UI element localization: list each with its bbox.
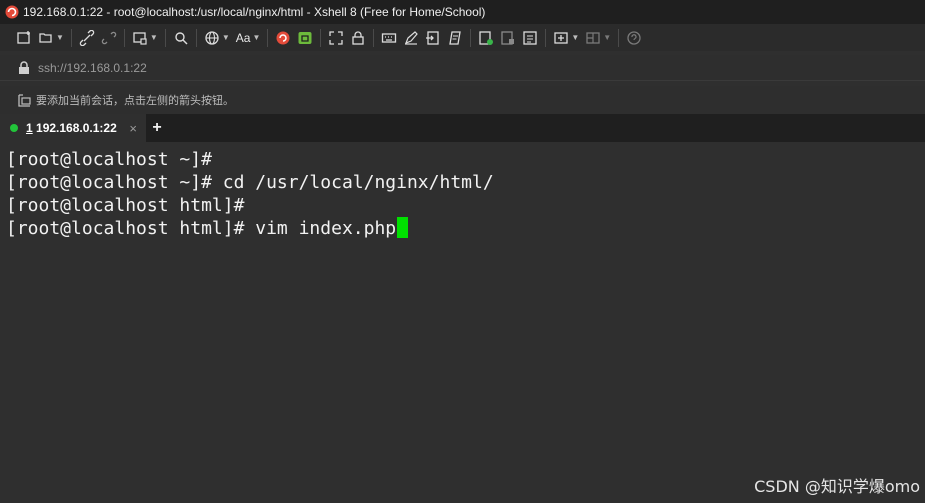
fullscreen-icon <box>329 30 344 45</box>
toolbar-divider <box>320 28 322 47</box>
properties-button[interactable]: ▼ <box>129 27 161 49</box>
terminal-line: [root@localhost html]# vim index.php <box>6 217 925 240</box>
xshell-logo-icon <box>5 5 19 19</box>
encoding-button[interactable]: ▼ <box>201 27 233 49</box>
connection-status-icon <box>10 124 18 132</box>
log-icon <box>479 30 494 45</box>
terminal-output[interactable]: [root@localhost ~]# [root@localhost ~]# … <box>0 142 925 503</box>
keyboard-icon <box>382 32 397 43</box>
terminal-line: [root@localhost html]# <box>6 195 245 216</box>
xshell-icon <box>276 31 290 44</box>
encoding-icon <box>205 30 219 45</box>
xshell-button[interactable] <box>272 27 294 49</box>
toolbar-divider <box>164 28 166 47</box>
print-button[interactable] <box>497 27 519 49</box>
tab-session-1[interactable]: 1 192.168.0.1:22 × <box>0 114 146 142</box>
font-button[interactable]: Aa ▼ <box>233 27 264 49</box>
disconnect-button[interactable] <box>98 27 120 49</box>
print-icon <box>501 30 515 45</box>
help-icon <box>627 30 641 45</box>
tab-number: 1 <box>26 121 33 135</box>
compose-button[interactable] <box>400 27 422 49</box>
layout-button[interactable]: ▼ <box>582 27 614 49</box>
chevron-down-icon: ▼ <box>603 33 612 42</box>
tab-host: 192.168.0.1:22 <box>36 121 117 135</box>
transfer-icon <box>426 30 440 45</box>
window-title: 192.168.0.1:22 - root@localhost:/usr/loc… <box>23 5 486 19</box>
keyboard-button[interactable] <box>378 27 400 49</box>
close-icon[interactable]: × <box>129 121 137 136</box>
find-icon <box>175 31 188 45</box>
address-input[interactable]: ssh://192.168.0.1:22 <box>38 61 147 75</box>
session-bar-icon[interactable] <box>18 93 31 107</box>
properties-icon <box>133 31 147 45</box>
font-icon: Aa <box>235 30 251 45</box>
tab-bar: 1 192.168.0.1:22 × + <box>0 114 925 142</box>
xftp-button[interactable] <box>294 27 316 49</box>
session-hint-bar: 要添加当前会话，点击左侧的箭头按钮。 <box>0 86 925 114</box>
compose-icon <box>405 30 419 45</box>
toolbar-divider <box>267 28 269 47</box>
script-icon <box>449 30 462 45</box>
lock-button[interactable] <box>347 27 369 49</box>
log-button[interactable] <box>475 27 497 49</box>
terminal-cursor <box>397 217 409 238</box>
layout-icon <box>586 31 600 44</box>
notes-icon <box>523 30 538 45</box>
toolbar: ▼ ▼ ▼ Aa ▼ ▼ ▼ <box>0 24 925 51</box>
open-session-button[interactable]: ▼ <box>35 27 67 49</box>
new-tab-group-button[interactable]: ▼ <box>550 27 582 49</box>
title-bar: 192.168.0.1:22 - root@localhost:/usr/loc… <box>0 0 925 24</box>
terminal-line: [root@localhost ~]# <box>6 149 212 170</box>
lock-icon <box>19 60 29 74</box>
session-hint-text: 要添加当前会话，点击左侧的箭头按钮。 <box>36 95 234 107</box>
script-button[interactable] <box>444 27 466 49</box>
toolbar-divider <box>373 28 375 47</box>
toolbar-divider <box>70 28 72 47</box>
chevron-down-icon: ▼ <box>571 33 580 42</box>
toolbar-divider <box>195 28 197 47</box>
notes-button[interactable] <box>519 27 541 49</box>
open-icon <box>39 32 52 43</box>
terminal-current-command: [root@localhost html]# vim index.php <box>6 218 397 239</box>
help-button[interactable] <box>623 27 645 49</box>
tab-label: 1 192.168.0.1:22 <box>26 121 117 135</box>
toolbar-divider <box>545 28 547 47</box>
toolbar-divider <box>618 28 620 47</box>
find-button[interactable] <box>170 27 192 49</box>
new-session-button[interactable] <box>13 27 35 49</box>
toolbar-divider <box>123 28 125 47</box>
xftp-icon <box>298 31 312 44</box>
fullscreen-button[interactable] <box>325 27 347 49</box>
reconnect-icon <box>79 29 95 46</box>
address-bar: ssh://192.168.0.1:22 <box>0 55 925 81</box>
chevron-down-icon: ▼ <box>252 33 261 42</box>
add-tab-button[interactable]: + <box>146 114 168 142</box>
chevron-down-icon: ▼ <box>56 33 64 42</box>
watermark: CSDN @知识学爆omo <box>754 477 920 496</box>
reconnect-button[interactable] <box>76 27 98 49</box>
transfer-button[interactable] <box>422 27 444 49</box>
toolbar-divider <box>470 28 472 47</box>
chevron-down-icon: ▼ <box>149 33 158 42</box>
terminal-line: [root@localhost ~]# cd /usr/local/nginx/… <box>6 172 494 193</box>
tile-icon <box>554 31 569 44</box>
chevron-down-icon: ▼ <box>221 33 230 42</box>
disconnect-icon <box>101 31 117 44</box>
new-session-icon <box>17 30 30 44</box>
lock-icon <box>352 30 365 45</box>
